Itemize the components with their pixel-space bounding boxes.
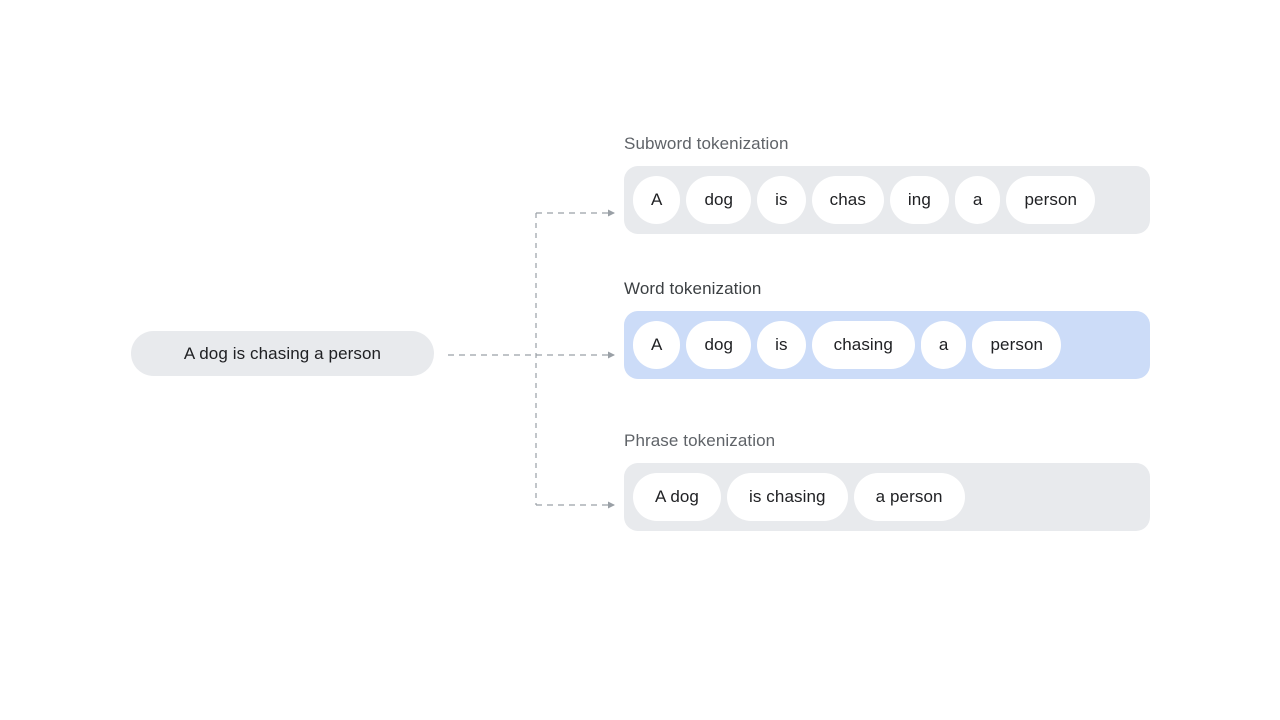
token-row-word: A dog is chasing a person bbox=[624, 311, 1150, 379]
group-label-subword: Subword tokenization bbox=[624, 134, 789, 153]
token-chip: dog bbox=[686, 176, 752, 224]
token-chip: is bbox=[757, 321, 806, 369]
token-chip: person bbox=[1006, 176, 1096, 224]
diagram-canvas: A dog is chasing a person Subword tokeni… bbox=[0, 0, 1280, 720]
token-chip: A dog bbox=[633, 473, 721, 521]
token-chip: a person bbox=[853, 473, 965, 521]
token-chip: is chasing bbox=[727, 473, 848, 521]
token-row-subword: A dog is chas ing a person bbox=[624, 166, 1150, 234]
tokenization-group-subword: Subword tokenization A dog is chas ing a… bbox=[624, 134, 1150, 234]
token-chip: chasing bbox=[811, 321, 915, 369]
token-chip: chas bbox=[811, 176, 884, 224]
source-sentence-pill: A dog is chasing a person bbox=[131, 331, 434, 376]
group-label-word: Word tokenization bbox=[624, 279, 762, 298]
token-chip: a bbox=[954, 176, 1001, 224]
token-chip: A bbox=[633, 321, 681, 369]
source-sentence-text: A dog is chasing a person bbox=[183, 343, 382, 363]
token-row-phrase: A dog is chasing a person bbox=[624, 463, 1150, 531]
token-chip: A bbox=[633, 176, 681, 224]
token-chip: dog bbox=[686, 321, 752, 369]
token-chip: is bbox=[757, 176, 806, 224]
group-label-phrase: Phrase tokenization bbox=[624, 431, 776, 450]
token-chip: person bbox=[972, 321, 1062, 369]
token-chip: a bbox=[920, 321, 967, 369]
token-chip: ing bbox=[889, 176, 949, 224]
tokenization-group-word: Word tokenization A dog is chasing a per… bbox=[624, 279, 1150, 379]
tokenization-group-phrase: Phrase tokenization A dog is chasing a p… bbox=[624, 431, 1150, 531]
